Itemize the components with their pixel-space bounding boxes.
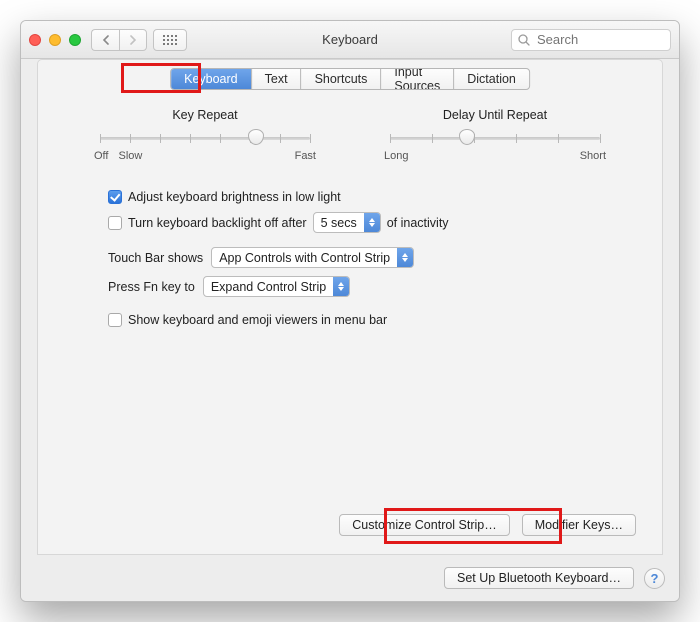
- search-icon: [518, 34, 530, 46]
- tab-keyboard[interactable]: Keyboard: [171, 69, 252, 89]
- help-button[interactable]: ?: [644, 568, 665, 589]
- show-viewers-checkbox[interactable]: [108, 313, 122, 327]
- backlight-off-checkbox[interactable]: [108, 216, 122, 230]
- chevron-updown-icon: [364, 213, 380, 232]
- key-repeat-off-label: Off: [94, 150, 108, 162]
- customize-control-strip-button[interactable]: Customize Control Strip…: [339, 514, 510, 536]
- chevron-updown-icon: [333, 277, 349, 296]
- touch-bar-label: Touch Bar shows: [108, 251, 203, 265]
- tab-input-sources[interactable]: Input Sources: [381, 69, 454, 89]
- key-repeat-title: Key Repeat: [90, 108, 320, 122]
- tab-text[interactable]: Text: [252, 69, 302, 89]
- delay-repeat-block: Delay Until Repeat Long Short: [380, 108, 610, 162]
- show-viewers-label: Show keyboard and emoji viewers in menu …: [128, 313, 387, 327]
- backlight-off-prefix: Turn keyboard backlight off after: [128, 216, 307, 230]
- modifier-keys-button[interactable]: Modifier Keys…: [522, 514, 636, 536]
- fn-key-select[interactable]: Expand Control Strip: [203, 276, 350, 297]
- key-repeat-fast-label: Fast: [295, 150, 316, 162]
- delay-short-label: Short: [580, 150, 606, 162]
- fn-key-value: Expand Control Strip: [211, 280, 326, 294]
- search-input[interactable]: [535, 31, 664, 48]
- form-area: Adjust keyboard brightness in low light …: [108, 190, 632, 335]
- delay-long-label: Long: [384, 150, 408, 162]
- adjust-brightness-checkbox[interactable]: [108, 190, 122, 204]
- key-repeat-slider[interactable]: [90, 128, 320, 148]
- touch-bar-value: App Controls with Control Strip: [219, 251, 390, 265]
- key-repeat-slow-label: Slow: [118, 150, 142, 162]
- content-pane: Keyboard Text Shortcuts Input Sources Di…: [37, 59, 663, 555]
- chevron-updown-icon: [397, 248, 413, 267]
- search-field[interactable]: [511, 29, 671, 51]
- titlebar: Keyboard: [21, 21, 679, 59]
- key-repeat-block: Key Repeat Off Slow Fast: [90, 108, 320, 162]
- touch-bar-select[interactable]: App Controls with Control Strip: [211, 247, 414, 268]
- backlight-off-suffix: of inactivity: [387, 216, 449, 230]
- tab-bar: Keyboard Text Shortcuts Input Sources Di…: [170, 68, 530, 90]
- adjust-brightness-label: Adjust keyboard brightness in low light: [128, 190, 341, 204]
- footer: Set Up Bluetooth Keyboard… ?: [21, 555, 679, 601]
- bluetooth-keyboard-button[interactable]: Set Up Bluetooth Keyboard…: [444, 567, 634, 589]
- tab-shortcuts[interactable]: Shortcuts: [302, 69, 382, 89]
- sliders-row: Key Repeat Off Slow Fast Delay Until Rep…: [38, 108, 662, 162]
- fn-key-label: Press Fn key to: [108, 280, 195, 294]
- backlight-timeout-value: 5 secs: [321, 216, 357, 230]
- delay-repeat-slider[interactable]: [380, 128, 610, 148]
- tab-dictation[interactable]: Dictation: [454, 69, 529, 89]
- delay-repeat-title: Delay Until Repeat: [380, 108, 610, 122]
- bottom-buttons: Customize Control Strip… Modifier Keys…: [339, 514, 636, 536]
- backlight-timeout-select[interactable]: 5 secs: [313, 212, 381, 233]
- preferences-window: Keyboard Keyboard Text Shortcuts Input S…: [20, 20, 680, 602]
